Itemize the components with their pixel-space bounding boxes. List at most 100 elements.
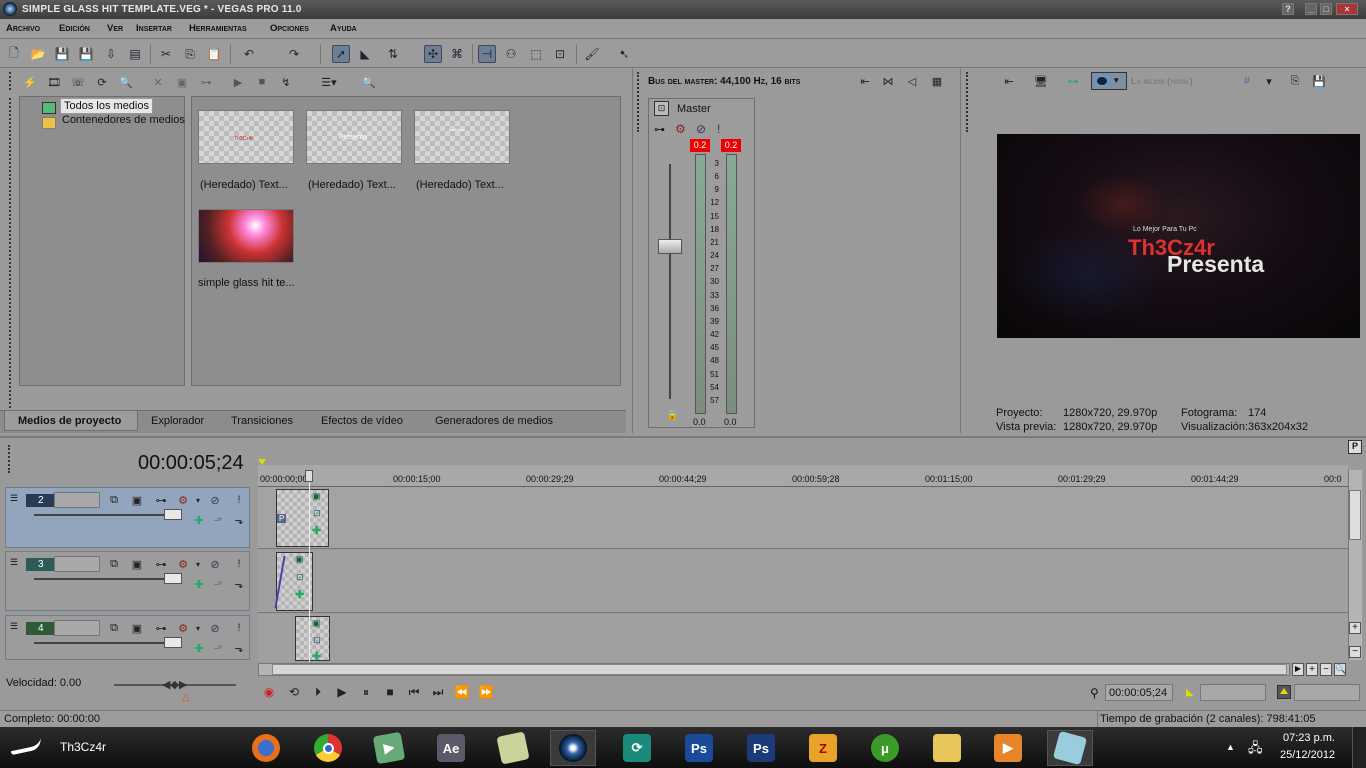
master-solo-icon[interactable]: !	[717, 122, 720, 136]
properties-icon[interactable]: ▤	[126, 45, 144, 63]
previous-frame-icon[interactable]: ⏪	[454, 684, 470, 700]
track-fx-icon[interactable]: ⚙	[176, 493, 190, 507]
preview-quality-select[interactable]: La mejor (total)	[1131, 76, 1193, 86]
show-hidden-icons[interactable]: ▲	[1226, 742, 1235, 752]
tab-explorador[interactable]: Explorador	[151, 415, 204, 427]
track-fx-dropdown-icon[interactable]: ▾	[191, 621, 205, 635]
redo-icon[interactable]: ↷	[285, 45, 303, 63]
track-pan-icon[interactable]: ⊶	[154, 493, 168, 507]
track-name-field[interactable]	[54, 556, 100, 572]
master-fader-knob[interactable]	[658, 239, 682, 254]
pause-icon[interactable]: ⏸	[358, 684, 374, 700]
media-thumbnail[interactable]: Th3Cz4r	[198, 110, 294, 164]
track-mute-icon[interactable]: ⊘	[208, 557, 222, 571]
track-motion-icon[interactable]: ⧉	[107, 557, 121, 571]
track-header-video[interactable]: ☰ 4 ⧉ ▣ ⊶ ⚙ ▾ ⊘ ! ✚ ⬏ ⬎	[5, 615, 250, 660]
tab-generadores-medios[interactable]: Generadores de medios	[435, 415, 553, 427]
split-screen-view-icon[interactable]: ▾	[1091, 72, 1127, 90]
play-media-icon[interactable]: ▶	[230, 74, 246, 90]
loop-playback-icon[interactable]: ⟲	[286, 684, 302, 700]
track-fx-icon[interactable]: ⚙	[176, 621, 190, 635]
track-fx-dropdown-icon[interactable]: ▾	[191, 493, 205, 507]
ignore-grouping-icon[interactable]: ⊣	[478, 45, 496, 63]
overlays-dropdown-icon[interactable]: ▾	[1261, 73, 1277, 89]
show-desktop-button[interactable]	[1352, 727, 1366, 768]
media-thumbnail[interactable]: Lo Mejor...	[414, 110, 510, 164]
track-header-video[interactable]: ☰ 2 ⧉ ▣ ⊶ ⚙ ▾ ⊘ ! ✚ ⬏ ⬎	[5, 487, 250, 548]
velocity-knob[interactable]: ◀◆▶	[162, 678, 187, 691]
menu-edicion[interactable]: Edición	[59, 23, 90, 34]
lock-envelopes-icon[interactable]: ⌘	[448, 45, 466, 63]
track-motion-icon[interactable]: ⧉	[107, 493, 121, 507]
video-event[interactable]: ▣ ⊡ ✚	[274, 552, 313, 611]
menu-herramientas[interactable]: Herramientas	[189, 23, 247, 34]
stop-icon[interactable]: ■	[382, 684, 398, 700]
track-lane[interactable]	[258, 487, 1348, 549]
menu-archivo[interactable]: Archivo	[6, 23, 40, 34]
envelope-edit-icon[interactable]: ⚇	[502, 45, 520, 63]
auto-preview-icon[interactable]: ↯	[278, 74, 294, 90]
master-fx-icon[interactable]: ⊡	[654, 101, 669, 116]
chrome-icon[interactable]	[305, 730, 351, 766]
track-level-slider[interactable]	[34, 578, 174, 580]
master-pan-icon[interactable]: ⊶	[654, 123, 665, 136]
tree-all-media[interactable]: Todos los medios	[60, 98, 153, 114]
menu-ayuda[interactable]: Ayuda	[330, 23, 357, 34]
downmix-icon[interactable]: ⋈	[880, 73, 896, 89]
whats-this-icon[interactable]: ➷	[615, 45, 633, 63]
remove-icon[interactable]: ✕	[150, 74, 166, 90]
vegas-icon[interactable]	[550, 730, 596, 766]
render-icon[interactable]: ⇩	[102, 45, 120, 63]
track-name-field[interactable]	[54, 620, 100, 636]
insert-bus-icon[interactable]: ⇤	[857, 73, 873, 89]
close-button[interactable]: ×	[1336, 3, 1358, 15]
event-fx-icon[interactable]: 🖌	[583, 45, 601, 63]
make-compositing-child-icon[interactable]: ⬏	[211, 577, 225, 591]
envelope-tool-icon[interactable]: ◣	[356, 45, 374, 63]
track-mute-icon[interactable]: ⊘	[208, 621, 222, 635]
refresh-icon[interactable]: ⟳	[94, 74, 110, 90]
save-icon[interactable]: 💾	[53, 45, 71, 63]
track-compositing-icon[interactable]: ▣	[130, 621, 144, 635]
explorer-icon[interactable]	[924, 730, 970, 766]
media-thumbnail-video[interactable]	[198, 209, 294, 263]
filezilla-icon[interactable]: Z	[800, 730, 846, 766]
track-lane[interactable]	[258, 550, 1348, 613]
add-track-fx-icon[interactable]: ✚	[192, 513, 206, 527]
video-event[interactable]: P ▣ ⊡ ✚	[276, 489, 329, 547]
add-track-fx-icon[interactable]: ✚	[192, 641, 206, 655]
track-expand-icon[interactable]: ☰	[10, 493, 18, 504]
import-media-icon[interactable]: ⚡	[22, 74, 38, 90]
nike-logo-icon[interactable]	[9, 736, 43, 756]
make-compositing-child-icon[interactable]: ⬏	[211, 513, 225, 527]
menu-insertar[interactable]: Insertar	[136, 23, 172, 34]
track-pan-icon[interactable]: ⊶	[154, 557, 168, 571]
timeline-menu-icon[interactable]: P	[1348, 440, 1362, 454]
selection-length-field[interactable]	[1294, 684, 1360, 701]
playhead-handle[interactable]	[305, 470, 313, 482]
track-header-video[interactable]: ☰ 3 ⧉ ▣ ⊶ ⚙ ▾ ⊘ ! ✚ ⬏ ⬎	[5, 551, 250, 611]
normal-edit-tool-icon[interactable]: ➚	[332, 45, 350, 63]
utorrent-icon[interactable]: μ	[862, 730, 908, 766]
after-effects-icon[interactable]: Ae	[428, 730, 474, 766]
media-thumbnail[interactable]: Presenta	[306, 110, 402, 164]
zoom-tool-icon[interactable]: ⊡	[551, 45, 569, 63]
track-solo-icon[interactable]: !	[232, 621, 246, 635]
next-frame-icon[interactable]: ⏩	[478, 684, 494, 700]
play-icon[interactable]: ▶	[334, 684, 350, 700]
tree-media-bins[interactable]: Contenedores de medios	[62, 114, 185, 126]
menu-opciones[interactable]: Opciones	[270, 23, 309, 34]
stop-media-icon[interactable]: ■	[254, 74, 270, 90]
open-folder-icon[interactable]: 📂	[29, 45, 47, 63]
video-fx-icon[interactable]: ⊶	[1065, 73, 1081, 89]
zoom-out-time-icon[interactable]: −	[1320, 663, 1332, 676]
zoom-media-icon[interactable]: 🔍	[361, 74, 377, 90]
views-icon[interactable]: ☰▾	[314, 74, 344, 90]
go-to-end-icon[interactable]: ⏭	[430, 684, 446, 700]
track-level-knob[interactable]	[164, 509, 182, 520]
playhead-cursor[interactable]	[309, 470, 310, 662]
add-track-fx-icon[interactable]: ✚	[192, 577, 206, 591]
zoom-in-track-icon[interactable]: +	[1349, 622, 1361, 634]
mixer-properties-icon[interactable]: ▦	[929, 73, 945, 89]
track-mute-icon[interactable]: ⊘	[208, 493, 222, 507]
